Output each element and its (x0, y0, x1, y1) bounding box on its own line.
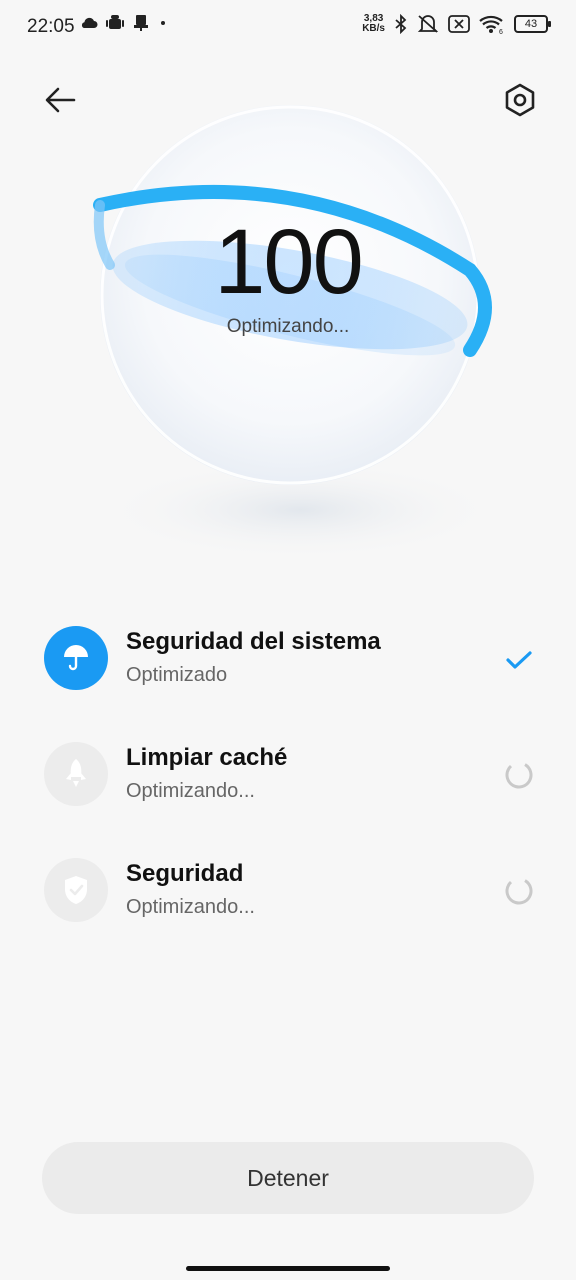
optimization-status: Optimizando... (226, 316, 350, 337)
home-indicator[interactable] (186, 1266, 390, 1271)
loading-spinner-icon (505, 877, 533, 905)
net-speed: 3,83 KB/s (362, 14, 385, 34)
rocket-icon (66, 759, 86, 787)
item-subtitle: Optimizando... (126, 780, 255, 802)
item-title: Seguridad (126, 860, 244, 887)
optimization-score: 100 (214, 211, 364, 313)
item-icon-container (44, 858, 108, 922)
sim-off-icon (448, 15, 470, 33)
wifi-icon: 6 (479, 15, 503, 34)
check-icon (506, 651, 532, 669)
shield-check-icon (65, 876, 87, 904)
orb-graphic (93, 105, 500, 560)
item-icon-container (44, 626, 108, 690)
item-subtitle: Optimizado (126, 664, 228, 686)
loading-spinner-icon (505, 761, 533, 789)
list-item-clear-cache: Limpiar caché Optimizando... (0, 736, 576, 826)
umbrella-icon (64, 645, 88, 671)
vibrate-off-icon (417, 15, 439, 33)
usb-icon (134, 15, 148, 31)
svg-text:6: 6 (499, 29, 503, 34)
status-left-icons (80, 14, 168, 32)
status-bar: 22:05 3,83 KB/s 6 43 (0, 0, 576, 54)
list-item-security: Seguridad Optimizando... (0, 852, 576, 942)
status-right-icons: 3,83 KB/s 6 43 (362, 14, 551, 34)
cloud-icon (81, 17, 98, 28)
item-title: Limpiar caché (126, 744, 288, 771)
battery-icon: 43 (514, 15, 551, 33)
optimization-orb (0, 90, 576, 590)
item-icon-container (44, 742, 108, 806)
dot-icon (161, 21, 165, 25)
item-subtitle: Optimizando... (126, 896, 255, 918)
list-item-system-security: Seguridad del sistema Optimizado (0, 620, 576, 710)
android-icon (106, 15, 124, 29)
item-title: Seguridad del sistema (126, 628, 381, 655)
bluetooth-icon (395, 14, 407, 34)
status-time: 22:05 (27, 16, 75, 37)
stop-button[interactable]: Detener (42, 1142, 534, 1214)
net-speed-unit: KB/s (362, 23, 385, 34)
